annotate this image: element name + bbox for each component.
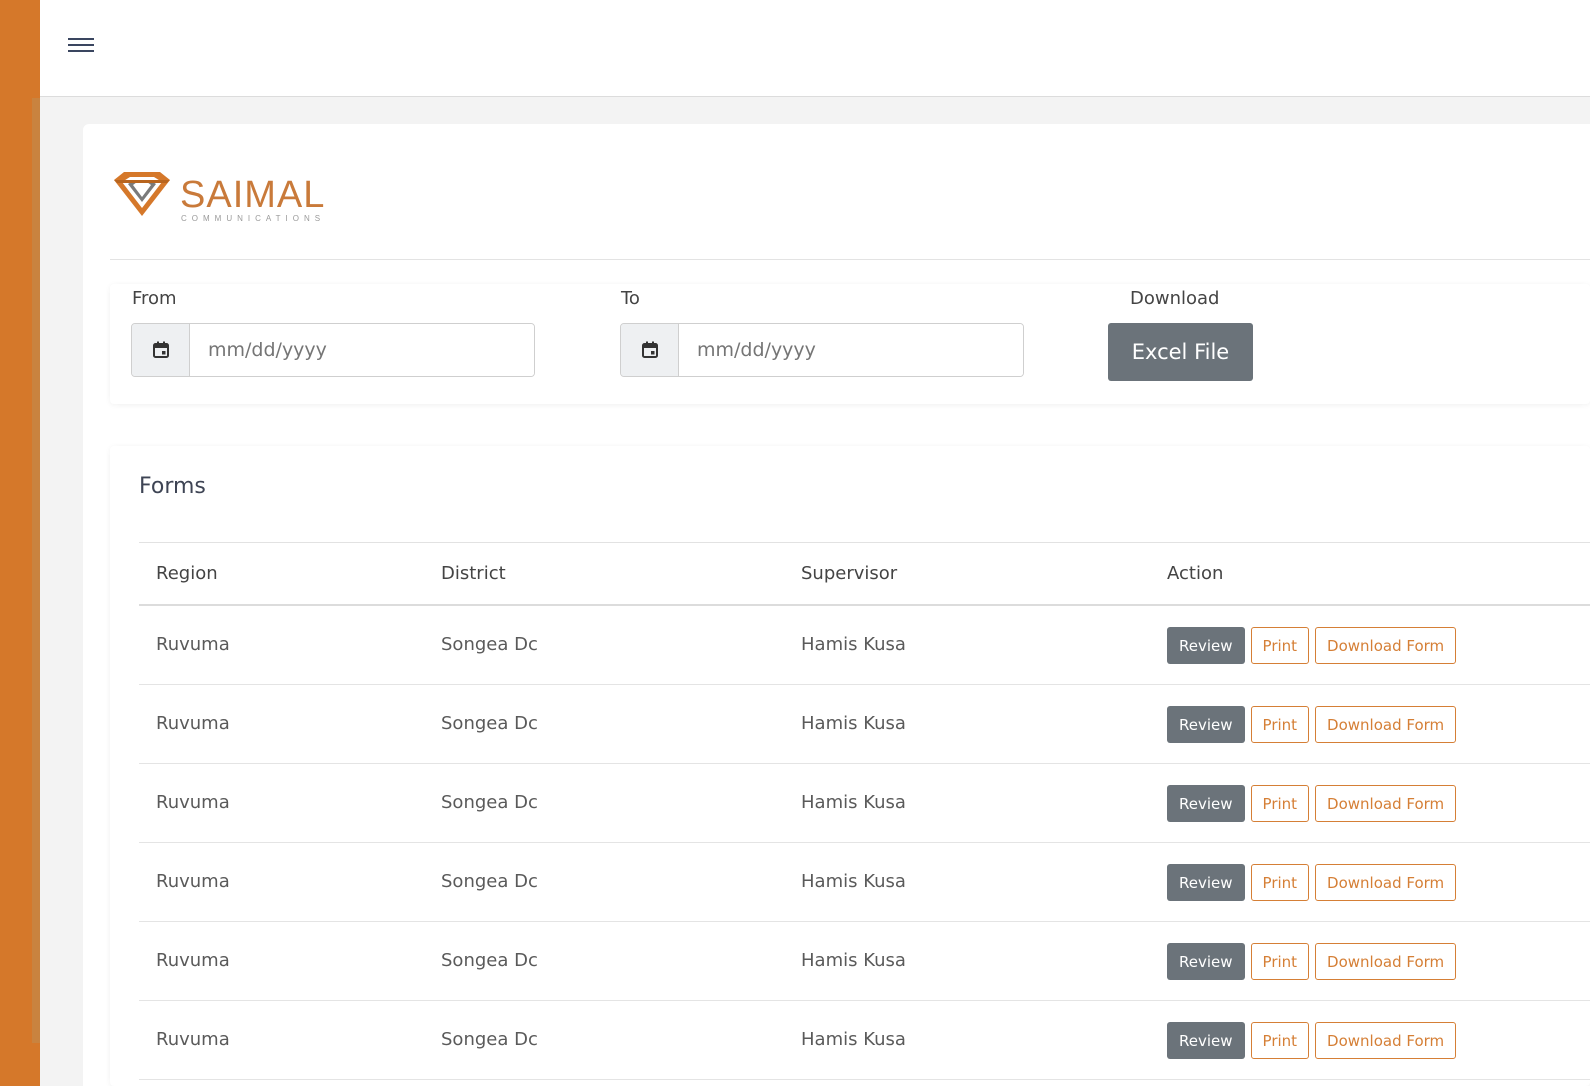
from-date-input[interactable] [190,324,534,376]
row-actions: Review Print Download Form [1167,627,1457,664]
download-label: Download [1130,288,1220,309]
to-date-input[interactable] [679,324,1023,376]
print-button[interactable]: Print [1250,706,1310,743]
download-form-button[interactable]: Download Form [1315,627,1457,664]
to-label: To [621,288,640,309]
cell-region: Ruvuma [156,871,230,892]
table-row: Ruvuma Songea Dc Hamis Kusa Review Print… [139,922,1590,1001]
review-button[interactable]: Review [1167,785,1245,822]
row-actions: Review Print Download Form [1167,785,1457,822]
review-button[interactable]: Review [1167,706,1245,743]
row-actions: Review Print Download Form [1167,706,1457,743]
brand-divider [110,259,1590,260]
brand-subtitle: COMMUNICATIONS [181,214,326,223]
calendar-icon[interactable] [621,324,679,376]
date-filter-panel: From To [110,284,1590,404]
calendar-icon[interactable] [132,324,190,376]
cell-region: Ruvuma [156,713,230,734]
brand-logo: SAIMAL COMMUNICATIONS [110,170,330,226]
column-header-supervisor: Supervisor [801,563,898,584]
forms-title: Forms [139,474,206,499]
brand-name: SAIMAL [180,174,326,216]
print-button[interactable]: Print [1250,627,1310,664]
review-button[interactable]: Review [1167,627,1245,664]
print-button[interactable]: Print [1250,864,1310,901]
cell-district: Songea Dc [441,713,538,734]
review-button[interactable]: Review [1167,864,1245,901]
print-button[interactable]: Print [1250,1022,1310,1059]
from-label: From [132,288,177,309]
cell-district: Songea Dc [441,871,538,892]
cell-district: Songea Dc [441,950,538,971]
review-button[interactable]: Review [1167,1022,1245,1059]
cell-region: Ruvuma [156,634,230,655]
cell-district: Songea Dc [441,634,538,655]
row-actions: Review Print Download Form [1167,864,1457,901]
column-header-region: Region [156,563,218,584]
cell-region: Ruvuma [156,1029,230,1050]
cell-district: Songea Dc [441,1029,538,1050]
menu-icon[interactable] [68,34,96,56]
table-row: Ruvuma Songea Dc Hamis Kusa Review Print… [139,685,1590,764]
download-form-button[interactable]: Download Form [1315,706,1457,743]
cell-region: Ruvuma [156,792,230,813]
print-button[interactable]: Print [1250,943,1310,980]
forms-table: Region District Supervisor Action Ruvuma… [139,542,1590,1080]
column-header-action: Action [1167,563,1224,584]
download-form-button[interactable]: Download Form [1315,785,1457,822]
to-date-group [620,323,1024,377]
table-row: Ruvuma Songea Dc Hamis Kusa Review Print… [139,764,1590,843]
cell-district: Songea Dc [441,792,538,813]
cell-supervisor: Hamis Kusa [801,713,906,734]
table-row: Ruvuma Songea Dc Hamis Kusa Review Print… [139,606,1590,685]
review-button[interactable]: Review [1167,943,1245,980]
column-header-district: District [441,563,506,584]
top-navbar [40,0,1590,97]
table-row: Ruvuma Songea Dc Hamis Kusa Review Print… [139,1001,1590,1080]
cell-region: Ruvuma [156,950,230,971]
download-form-button[interactable]: Download Form [1315,1022,1457,1059]
cell-supervisor: Hamis Kusa [801,634,906,655]
diamond-logo-icon [114,172,170,216]
download-form-button[interactable]: Download Form [1315,943,1457,980]
main-content-card: SAIMAL COMMUNICATIONS From To [83,124,1590,1086]
sidebar-scroll-edge [32,98,40,1043]
row-actions: Review Print Download Form [1167,943,1457,980]
table-row: Ruvuma Songea Dc Hamis Kusa Review Print… [139,843,1590,922]
cell-supervisor: Hamis Kusa [801,1029,906,1050]
forms-panel: Forms Region District Supervisor Action … [110,446,1590,1086]
download-form-button[interactable]: Download Form [1315,864,1457,901]
print-button[interactable]: Print [1250,785,1310,822]
row-actions: Review Print Download Form [1167,1022,1457,1059]
cell-supervisor: Hamis Kusa [801,871,906,892]
cell-supervisor: Hamis Kusa [801,792,906,813]
excel-file-button[interactable]: Excel File [1108,323,1253,381]
from-date-group [131,323,535,377]
table-header: Region District Supervisor Action [139,542,1590,606]
cell-supervisor: Hamis Kusa [801,950,906,971]
